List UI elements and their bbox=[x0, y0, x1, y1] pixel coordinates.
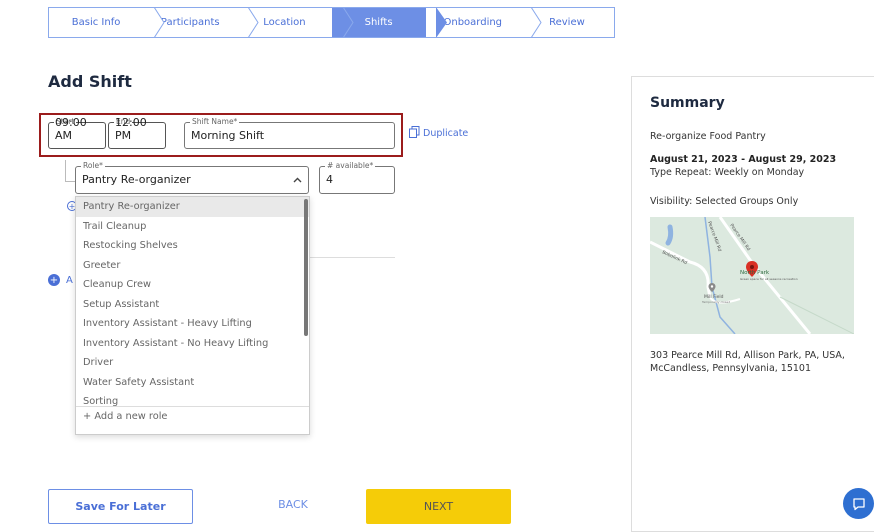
shift-name-field[interactable]: Shift Name* Morning Shift bbox=[184, 117, 395, 149]
role-option[interactable]: Restocking Shelves bbox=[76, 236, 309, 256]
map-place-label: North Park bbox=[740, 270, 770, 276]
step-label: Participants bbox=[160, 17, 220, 28]
location-map[interactable]: Bobolink Rd Pearce Mill Rd Pearce Mill R… bbox=[650, 217, 854, 334]
summary-visibility: Visibility: Selected Groups Only bbox=[650, 196, 799, 207]
plus-circle-icon: + bbox=[48, 274, 60, 286]
end-time-field[interactable]: End 12:00 PM bbox=[108, 116, 166, 149]
map-place-sub: Green space for all seasons recreation bbox=[740, 277, 798, 281]
shift-name-value: Morning Shift bbox=[191, 129, 265, 142]
summary-address-line1: 303 Pearce Mill Rd, Allison Park, PA, US… bbox=[650, 350, 845, 361]
step-label: Basic Info bbox=[71, 17, 121, 28]
role-connector-line bbox=[65, 160, 75, 182]
step-label: Review bbox=[549, 17, 585, 28]
role-option[interactable]: Pantry Re-organizer bbox=[76, 197, 309, 217]
role-option[interactable]: Inventory Assistant - Heavy Lifting bbox=[76, 314, 309, 334]
available-label: # available* bbox=[325, 161, 376, 171]
available-count-field[interactable]: # available* 4 bbox=[319, 161, 395, 194]
role-option[interactable]: Greeter bbox=[76, 256, 309, 276]
start-time-field[interactable]: Start 09:00 AM bbox=[48, 116, 106, 149]
role-option[interactable]: Cleanup Crew bbox=[76, 275, 309, 295]
summary-title: Summary bbox=[650, 95, 725, 111]
shift-name-label: Shift Name* bbox=[190, 117, 240, 127]
divider bbox=[300, 257, 395, 258]
duplicate-button[interactable]: Duplicate bbox=[409, 126, 468, 141]
copy-icon bbox=[409, 126, 420, 141]
back-button[interactable]: BACK bbox=[265, 498, 321, 511]
summary-panel: Summary Re-organize Food Pantry August 2… bbox=[631, 76, 874, 532]
dropdown-scrollbar[interactable] bbox=[304, 199, 308, 336]
add-new-role-button[interactable]: + Add a new role bbox=[76, 406, 309, 434]
summary-repeat: Type Repeat: Weekly on Monday bbox=[650, 167, 805, 178]
step-label: Onboarding bbox=[443, 17, 503, 28]
start-time-value: 09:00 AM bbox=[55, 116, 87, 142]
page-title: Add Shift bbox=[48, 72, 132, 91]
summary-address-line2: McCandless, Pennsylvania, 15101 bbox=[650, 363, 812, 374]
duplicate-label: Duplicate bbox=[423, 128, 469, 139]
chevron-up-icon[interactable] bbox=[293, 175, 302, 186]
role-select[interactable]: Role* Pantry Re-organizer bbox=[75, 161, 309, 194]
role-option[interactable]: Water Safety Assistant bbox=[76, 373, 309, 393]
add-shift-button[interactable]: + A bbox=[48, 274, 73, 286]
role-option[interactable]: Inventory Assistant - No Heavy Lifting bbox=[76, 334, 309, 354]
add-shift-label: A bbox=[66, 274, 73, 286]
progress-stepper: Basic Info Participants Location Shifts … bbox=[48, 7, 615, 38]
role-value: Pantry Re-organizer bbox=[82, 173, 191, 186]
summary-event-name: Re-organize Food Pantry bbox=[650, 131, 766, 142]
map-place-sub: Temporarily closed bbox=[701, 300, 730, 304]
save-for-later-button[interactable]: Save For Later bbox=[48, 489, 193, 524]
end-time-value: 12:00 PM bbox=[115, 116, 147, 142]
role-option[interactable]: Setup Assistant bbox=[76, 295, 309, 315]
summary-date-range: August 21, 2023 - August 29, 2023 bbox=[650, 154, 837, 165]
step-basic-info[interactable]: Basic Info bbox=[49, 8, 165, 37]
map-graphic: Bobolink Rd Pearce Mill Rd Pearce Mill R… bbox=[650, 217, 854, 334]
role-option[interactable]: Trail Cleanup bbox=[76, 217, 309, 237]
role-option[interactable]: Sorting bbox=[76, 392, 309, 407]
next-button[interactable]: NEXT bbox=[366, 489, 511, 524]
step-label: Shifts bbox=[364, 17, 393, 28]
step-label: Location bbox=[263, 17, 306, 28]
role-dropdown-menu: Pantry Re-organizer Trail Cleanup Restoc… bbox=[75, 196, 310, 435]
role-options-list: Pantry Re-organizer Trail Cleanup Restoc… bbox=[76, 197, 309, 407]
available-value: 4 bbox=[326, 173, 333, 186]
chat-widget-icon[interactable] bbox=[843, 488, 874, 519]
role-option[interactable]: Driver bbox=[76, 353, 309, 373]
role-label: Role* bbox=[81, 161, 105, 171]
